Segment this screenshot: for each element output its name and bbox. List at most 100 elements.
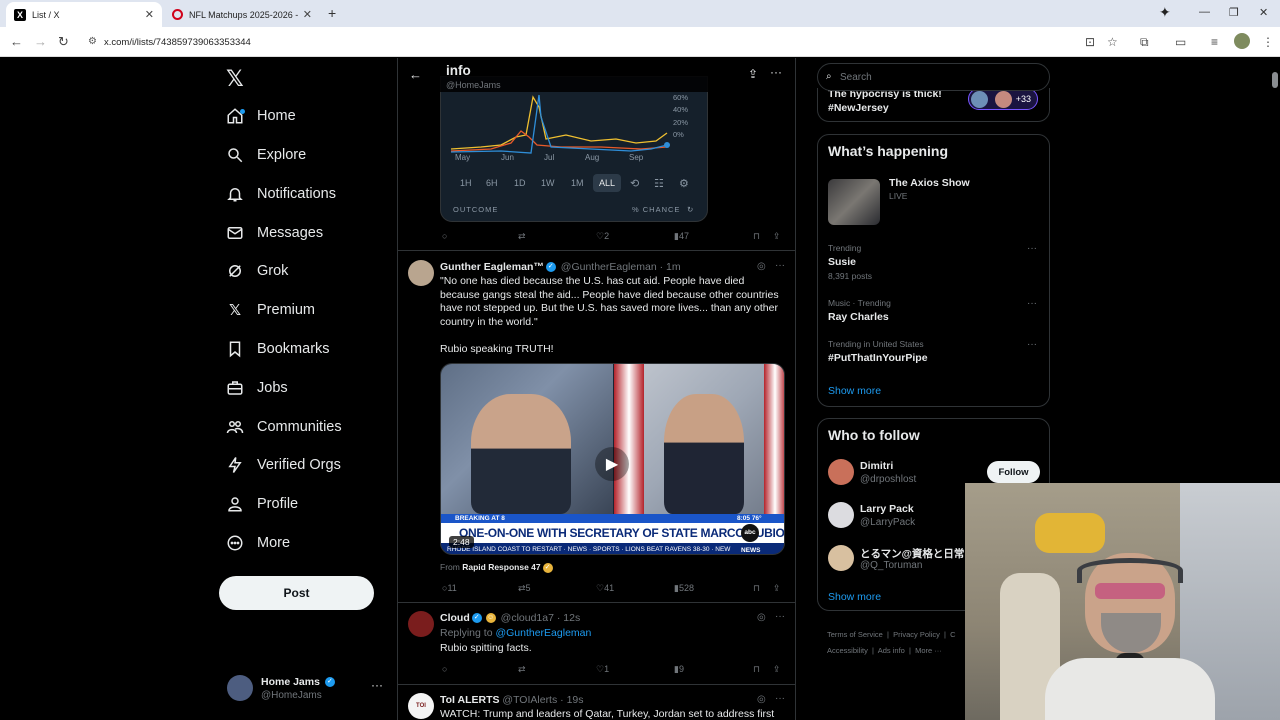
accessibility-link[interactable]: Accessibility bbox=[827, 646, 868, 655]
gear-icon[interactable]: ⚙ bbox=[676, 174, 692, 192]
reload-icon[interactable]: ↻ bbox=[58, 34, 69, 50]
cookie-link[interactable]: C bbox=[950, 630, 955, 639]
nav-more[interactable]: More bbox=[226, 528, 290, 558]
close-icon[interactable]: ✕ bbox=[145, 8, 154, 21]
reading-list-icon[interactable]: ≡ bbox=[1211, 35, 1218, 49]
trend-name[interactable]: #PutThatInYourPipe bbox=[828, 352, 928, 364]
repost-button[interactable]: ⇄ 5 bbox=[518, 583, 531, 594]
more-dots-icon[interactable]: ··· bbox=[1027, 243, 1037, 254]
x-logo-icon[interactable]: 𝕏 bbox=[226, 66, 244, 92]
live-thumbnail[interactable] bbox=[828, 179, 880, 225]
tweet-author[interactable]: Cloud ✓ ☺ @cloud1a7 · 12s bbox=[440, 612, 580, 624]
avatar[interactable] bbox=[408, 611, 434, 637]
avatar[interactable] bbox=[828, 459, 854, 485]
nav-verified-orgs[interactable]: Verified Orgs bbox=[226, 450, 341, 480]
nav-communities[interactable]: Communities bbox=[226, 412, 342, 442]
bookmark-icon[interactable]: ⊓ bbox=[753, 664, 760, 675]
scrollbar-thumb[interactable] bbox=[1272, 72, 1278, 88]
nav-bookmarks[interactable]: Bookmarks bbox=[226, 334, 330, 364]
avatar[interactable] bbox=[828, 502, 854, 528]
video-player[interactable]: BREAKING AT 8 8:05 76° ONE-ON-ONE WITH SE… bbox=[440, 363, 785, 555]
more-dots-icon[interactable]: ··· bbox=[1027, 339, 1037, 350]
avatar[interactable] bbox=[408, 260, 434, 286]
terms-link[interactable]: Terms of Service bbox=[827, 630, 883, 639]
nav-profile[interactable]: Profile bbox=[226, 489, 298, 519]
more-dots-icon[interactable]: ··· bbox=[1027, 298, 1037, 309]
url-field[interactable]: ⚙ x.com/i/lists/743859739063353344 bbox=[84, 31, 1104, 53]
user-name[interactable]: Dimitri bbox=[860, 460, 893, 472]
show-more-link[interactable]: Show more bbox=[828, 385, 881, 397]
bookmark-star-icon[interactable]: ☆ bbox=[1107, 35, 1118, 49]
grok-icon[interactable]: ◎ bbox=[757, 694, 766, 705]
chrome-profile-avatar[interactable] bbox=[1234, 33, 1250, 49]
space-listeners-pill[interactable]: +33 bbox=[968, 88, 1038, 110]
video-source[interactable]: From Rapid Response 47 ✓ bbox=[440, 562, 555, 573]
bookmark-icon[interactable]: ⊓ bbox=[753, 583, 760, 594]
trend-name[interactable]: Ray Charles bbox=[828, 311, 889, 323]
window-close-icon[interactable]: ✕ bbox=[1259, 6, 1268, 19]
maximize-icon[interactable]: ❐ bbox=[1229, 6, 1239, 19]
site-info-icon[interactable]: ⚙ bbox=[88, 36, 97, 47]
sliders-icon[interactable]: ☷ bbox=[651, 174, 667, 192]
nav-grok[interactable]: Grok bbox=[226, 256, 288, 286]
share-icon[interactable]: ⇪ bbox=[773, 664, 781, 675]
nav-notifications[interactable]: Notifications bbox=[226, 179, 336, 209]
back-arrow-icon[interactable]: ← bbox=[10, 34, 23, 49]
timeframe-1w[interactable]: 1W bbox=[538, 174, 558, 192]
forward-arrow-icon[interactable]: → bbox=[34, 34, 47, 49]
nav-home[interactable]: Home bbox=[226, 101, 296, 131]
more-dots-icon[interactable]: ··· bbox=[775, 611, 785, 622]
gemini-sparkle-icon[interactable]: ✦ bbox=[1159, 4, 1171, 21]
more-dots-icon[interactable]: ··· bbox=[770, 65, 782, 79]
like-button[interactable]: ♡ 41 bbox=[596, 583, 614, 594]
more-dots-icon[interactable]: ··· bbox=[775, 260, 785, 271]
views-button[interactable]: ▮ 47 bbox=[674, 231, 689, 242]
views-button[interactable]: ▮ 9 bbox=[674, 664, 684, 675]
bookmark-icon[interactable]: ⊓ bbox=[753, 231, 760, 242]
tweet-author[interactable]: Gunther Eagleman™ ✓ @GuntherEagleman · 1m bbox=[440, 261, 681, 273]
share-icon[interactable]: ⇪ bbox=[748, 67, 758, 81]
tweet-author[interactable]: ToI ALERTS @TOIAlerts · 19s bbox=[440, 694, 584, 706]
extensions-icon[interactable]: ⧉ bbox=[1140, 35, 1149, 50]
user-name[interactable]: とるマン@資格と日常 bbox=[860, 546, 964, 561]
nav-explore[interactable]: Explore bbox=[226, 140, 306, 170]
account-switcher[interactable]: Home Jams ✓ @HomeJams ··· bbox=[227, 673, 387, 705]
avatar[interactable]: TOI bbox=[408, 693, 434, 719]
like-button[interactable]: ♡ 2 bbox=[596, 231, 609, 242]
cast-icon[interactable]: ▭ bbox=[1175, 35, 1186, 49]
timeframe-1d[interactable]: 1D bbox=[511, 174, 529, 192]
timeframe-6h[interactable]: 6H bbox=[483, 174, 501, 192]
history-icon[interactable]: ⟲ bbox=[627, 174, 642, 192]
privacy-link[interactable]: Privacy Policy bbox=[893, 630, 940, 639]
nav-messages[interactable]: Messages bbox=[226, 218, 323, 248]
follow-button[interactable]: Follow bbox=[987, 461, 1040, 483]
nav-premium[interactable]: 𝕏 Premium bbox=[226, 295, 315, 325]
ads-info-link[interactable]: Ads info bbox=[878, 646, 905, 655]
show-more-link[interactable]: Show more bbox=[828, 591, 881, 603]
avatar[interactable] bbox=[828, 545, 854, 571]
reply-icon[interactable]: ○ bbox=[442, 664, 447, 674]
search-input[interactable]: ⌕ Search bbox=[817, 63, 1050, 91]
tab-nfl-matchups[interactable]: NFL Matchups 2025-2026 - Toi ✕ bbox=[164, 2, 320, 27]
timeframe-1h[interactable]: 1H bbox=[457, 174, 475, 192]
share-icon[interactable]: ⇪ bbox=[773, 583, 781, 594]
market-chart-card[interactable]: 60% 40% 20% 0% May Jun Jul Aug Sep 1H 6H… bbox=[440, 76, 708, 222]
live-space-card[interactable]: The hypocrisy is thick! #NewJersey +33 bbox=[817, 88, 1050, 122]
timeframe-all[interactable]: ALL bbox=[593, 174, 621, 192]
play-icon[interactable]: ▶ bbox=[595, 447, 629, 481]
reply-button[interactable]: ○ 11 bbox=[442, 583, 457, 593]
grok-icon[interactable]: ◎ bbox=[757, 261, 766, 272]
live-title[interactable]: The Axios Show bbox=[889, 177, 970, 189]
trend-name[interactable]: Susie bbox=[828, 256, 856, 268]
more-dots-icon[interactable]: ··· bbox=[371, 678, 383, 692]
minimize-icon[interactable]: — bbox=[1199, 6, 1210, 18]
close-icon[interactable]: ✕ bbox=[303, 8, 312, 21]
post-button[interactable]: Post bbox=[219, 576, 374, 610]
views-button[interactable]: ▮ 528 bbox=[674, 583, 694, 594]
tab-list-x[interactable]: X List / X ✕ bbox=[6, 2, 162, 27]
replying-handle-link[interactable]: @GuntherEagleman bbox=[495, 627, 591, 639]
timeframe-1m[interactable]: 1M bbox=[568, 174, 587, 192]
install-app-icon[interactable]: ⊡ bbox=[1085, 35, 1095, 49]
kebab-menu-icon[interactable]: ⋮ bbox=[1262, 35, 1274, 49]
nav-jobs[interactable]: Jobs bbox=[226, 373, 288, 403]
